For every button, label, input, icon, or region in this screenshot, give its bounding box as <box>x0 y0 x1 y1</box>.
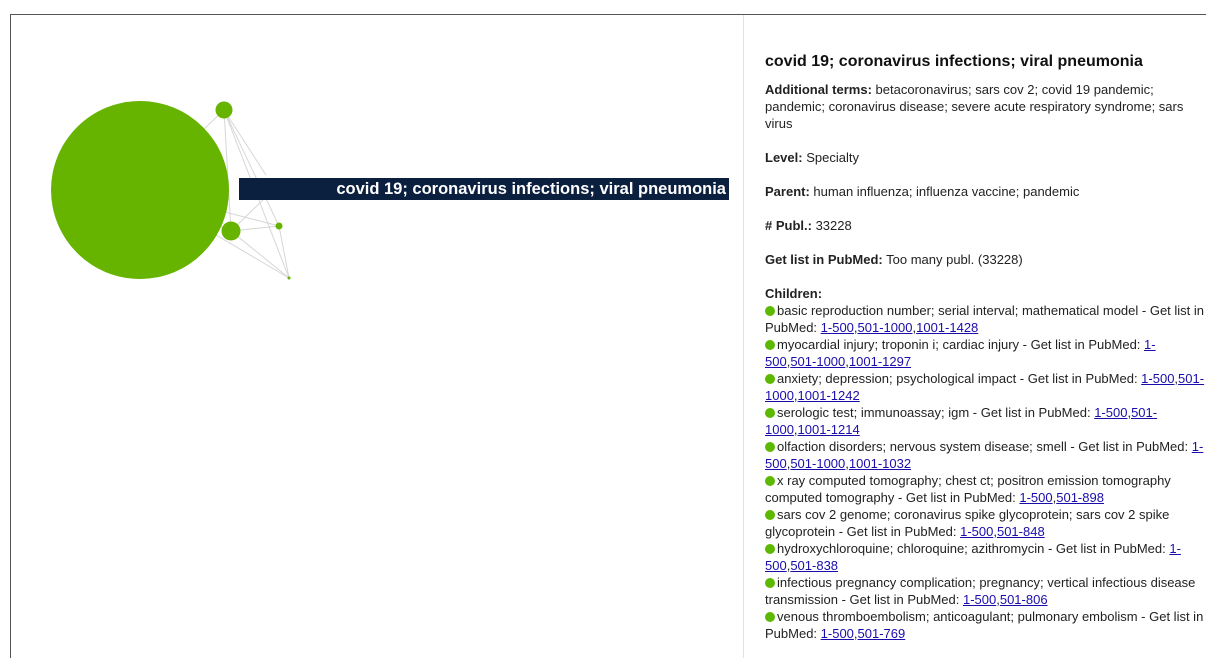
level: Level: Specialty <box>765 149 1206 166</box>
pubmed-link[interactable]: 501-848 <box>997 524 1045 539</box>
pubmed-link[interactable]: 501-838 <box>790 558 838 573</box>
graph-edge <box>278 225 290 279</box>
pubmed-link[interactable]: 501-1000 <box>858 320 913 335</box>
graph-node[interactable] <box>221 221 241 241</box>
level-label: Level: <box>765 150 803 165</box>
child-text: olfaction disorders; nervous system dise… <box>777 439 1192 454</box>
child-item: myocardial injury; troponin i; cardiac i… <box>765 337 1156 369</box>
pubmed-link[interactable]: 1001-1032 <box>849 456 911 471</box>
pubmed-label: Get list in PubMed: <box>765 252 883 267</box>
publications: # Publ.: 33228 <box>765 217 1206 234</box>
additional-terms: Additional terms: betacoronavirus; sars … <box>765 81 1206 132</box>
pubmed-link[interactable]: 1001-1242 <box>798 388 860 403</box>
pubmed-link[interactable]: 1-500 <box>1019 490 1052 505</box>
child-item: x ray computed tomography; chest ct; pos… <box>765 473 1171 505</box>
graph-node-main[interactable] <box>51 101 229 279</box>
child-text: serologic test; immunoassay; igm - Get l… <box>777 405 1095 420</box>
details-panel: covid 19; coronavirus infections; viral … <box>765 52 1206 658</box>
child-item: sars cov 2 genome; coronavirus spike gly… <box>765 507 1170 539</box>
graph-node[interactable] <box>287 276 291 280</box>
child-text: myocardial injury; troponin i; cardiac i… <box>777 337 1145 352</box>
pubmed-link[interactable]: 1-500 <box>1094 405 1127 420</box>
pubmed-link[interactable]: 501-1000 <box>790 456 845 471</box>
node-label[interactable]: covid 19; coronavirus infections; viral … <box>239 178 729 200</box>
pubmed-link[interactable]: 501-898 <box>1056 490 1104 505</box>
child-dot-icon <box>765 510 775 520</box>
child-dot-icon <box>765 374 775 384</box>
child-item: infectious pregnancy complication; pregn… <box>765 575 1196 607</box>
child-dot-icon <box>765 612 775 622</box>
parent-label: Parent: <box>765 184 810 199</box>
details-title: covid 19; coronavirus infections; viral … <box>765 53 1143 70</box>
pubmed-value: Too many publ. (33228) <box>886 252 1023 267</box>
parent: Parent: human influenza; influenza vacci… <box>765 183 1206 200</box>
pubmed-link[interactable]: 1-500 <box>821 320 854 335</box>
pubmed-link[interactable]: 1-500 <box>1141 371 1174 386</box>
child-dot-icon <box>765 544 775 554</box>
graph-view[interactable]: covid 19; coronavirus infections; viral … <box>11 15 743 658</box>
pubmed: Get list in PubMed: Too many publ. (3322… <box>765 251 1206 268</box>
graph-svg[interactable] <box>11 15 743 658</box>
pubmed-link[interactable]: 501-1000 <box>790 354 845 369</box>
parent-value: human influenza; influenza vaccine; pand… <box>813 184 1080 199</box>
child-dot-icon <box>765 408 775 418</box>
child-item: hydroxychloroquine; chloroquine; azithro… <box>765 541 1181 573</box>
child-dot-icon <box>765 578 775 588</box>
pubmed-link[interactable]: 1001-1428 <box>916 320 978 335</box>
graph-node[interactable] <box>275 222 283 230</box>
pubmed-link[interactable]: 1-500 <box>821 626 854 641</box>
child-item: olfaction disorders; nervous system dise… <box>765 439 1204 471</box>
pubmed-link[interactable]: 501-806 <box>1000 592 1048 607</box>
publications-value: 33228 <box>815 218 852 233</box>
pubmed-link[interactable]: 1001-1297 <box>849 354 911 369</box>
pubmed-link[interactable]: 1-500 <box>960 524 993 539</box>
pubmed-link[interactable]: 501-769 <box>858 626 906 641</box>
child-text: anxiety; depression; psychological impac… <box>777 371 1142 386</box>
child-item: serologic test; immunoassay; igm - Get l… <box>765 405 1158 437</box>
publications-label: # Publ.: <box>765 218 812 233</box>
panel-divider <box>743 15 744 658</box>
pubmed-link[interactable]: 1001-1214 <box>798 422 860 437</box>
graph-node[interactable] <box>215 101 233 119</box>
child-dot-icon <box>765 476 775 486</box>
children-label: Children: <box>765 286 823 301</box>
child-dot-icon <box>765 340 775 350</box>
child-item: basic reproduction number; serial interv… <box>765 303 1205 335</box>
child-item: anxiety; depression; psychological impac… <box>765 371 1205 403</box>
child-item: venous thromboembolism; anticoagulant; p… <box>765 609 1204 641</box>
level-value: Specialty <box>806 150 859 165</box>
children-list: basic reproduction number; serial interv… <box>765 302 1206 642</box>
pubmed-link[interactable]: 1-500 <box>963 592 996 607</box>
child-dot-icon <box>765 442 775 452</box>
additional-terms-label: Additional terms: <box>765 82 872 97</box>
graph-edge <box>223 109 280 227</box>
child-text: x ray computed tomography; chest ct; pos… <box>765 473 1171 505</box>
child-text: hydroxychloroquine; chloroquine; azithro… <box>777 541 1170 556</box>
child-dot-icon <box>765 306 775 316</box>
